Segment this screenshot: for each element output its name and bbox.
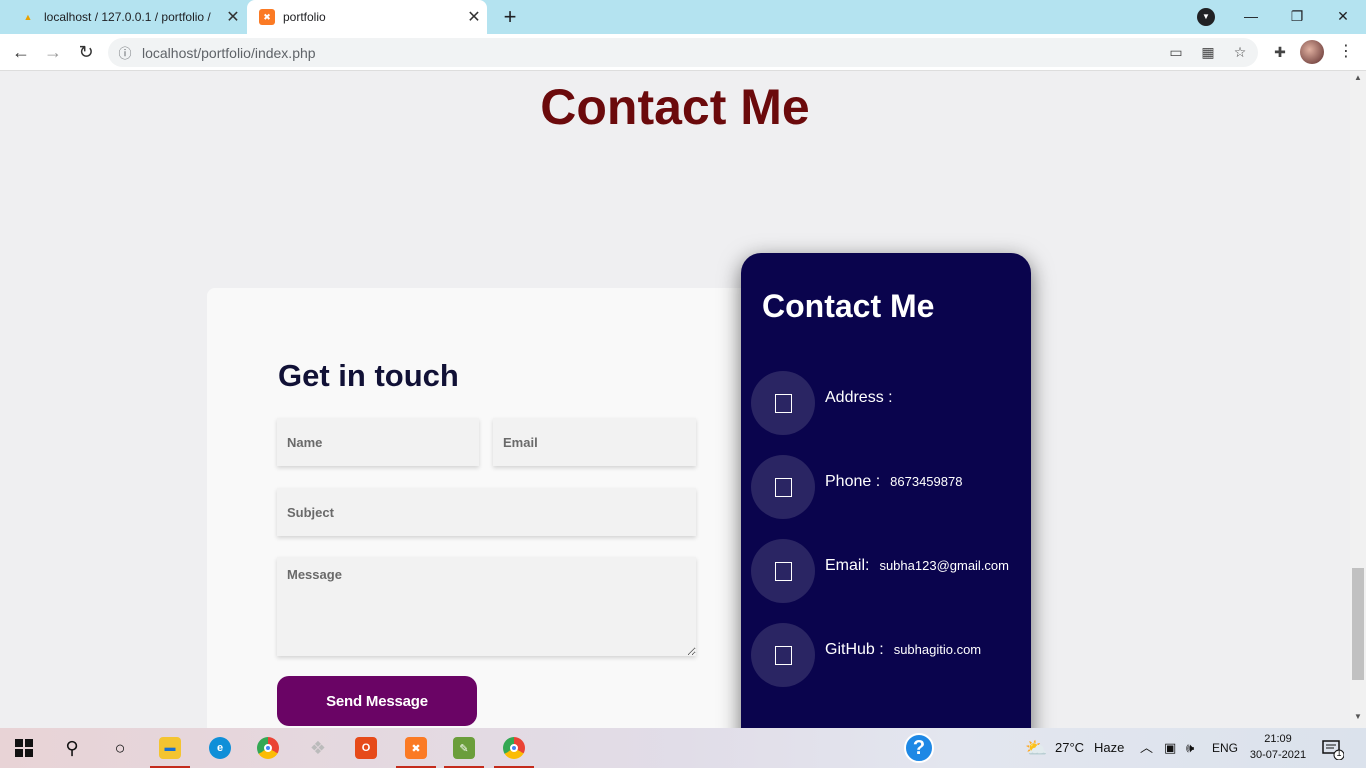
- phone-label: Phone :: [825, 473, 881, 490]
- notepad-icon[interactable]: ✎: [442, 728, 486, 768]
- scroll-down-icon[interactable]: ▼: [1350, 712, 1366, 726]
- new-tab-button[interactable]: +: [498, 4, 522, 30]
- contact-info-phone: Phone : 8673459878: [751, 455, 1031, 519]
- close-icon[interactable]: ✕: [461, 7, 487, 27]
- clock-time: 21:09: [1264, 733, 1292, 745]
- phone-value: 8673459878: [890, 474, 963, 489]
- url-text[interactable]: localhost/portfolio/index.php: [142, 45, 316, 61]
- name-input[interactable]: [277, 418, 479, 466]
- qr-code-icon[interactable]: ▦: [1196, 40, 1220, 64]
- address-icon: [751, 371, 815, 435]
- contact-info-github: GitHub : subhagitio.com: [751, 623, 1031, 687]
- windows-taskbar: ⚲ ○ ▬ e ❖ O ✖ ✎: [0, 728, 1366, 768]
- email-input[interactable]: [493, 418, 696, 466]
- send-message-button[interactable]: Send Message: [277, 676, 477, 726]
- bookmark-star-icon[interactable]: ☆: [1228, 40, 1252, 64]
- menu-icon[interactable]: ⋮: [1338, 41, 1354, 63]
- notification-icon[interactable]: 1: [1322, 738, 1345, 761]
- tab-phpmyadmin[interactable]: ▲ localhost / 127.0.0.1 / portfolio / ✕: [8, 0, 246, 34]
- address-bar[interactable]: ⓘ localhost/portfolio/index.php: [108, 38, 1258, 67]
- weather-temp[interactable]: 27°C: [1055, 728, 1084, 768]
- contact-info-title: Contact Me: [762, 288, 935, 324]
- github-icon: [751, 623, 815, 687]
- browser-toolbar: ← → ↻ ⓘ localhost/portfolio/index.php ▭ …: [0, 34, 1366, 71]
- message-textarea[interactable]: [277, 557, 696, 656]
- chrome-profile-icon[interactable]: [492, 728, 536, 768]
- extensions-icon[interactable]: ✚: [1268, 40, 1292, 64]
- taskbar-clock[interactable]: 21:09 30-07-2021: [1248, 731, 1308, 763]
- weather-desc[interactable]: Haze: [1094, 728, 1124, 768]
- page-title: Contact Me: [540, 79, 810, 135]
- office-icon[interactable]: O: [344, 728, 388, 768]
- email-label: Email:: [825, 557, 870, 574]
- minimize-button[interactable]: —: [1228, 0, 1274, 34]
- scrollbar-thumb[interactable]: [1352, 568, 1364, 680]
- forward-arrow-icon[interactable]: →: [40, 39, 66, 65]
- volume-icon[interactable]: 🕪: [1186, 728, 1194, 768]
- page-scrollbar[interactable]: ▲ ▼: [1350, 71, 1366, 728]
- cortana-icon[interactable]: ○: [98, 728, 142, 768]
- profile-avatar[interactable]: [1300, 40, 1324, 64]
- browser-tab-strip: ▲ localhost / 127.0.0.1 / portfolio / ✕ …: [0, 0, 1366, 34]
- help-icon[interactable]: ?: [904, 733, 934, 763]
- email-icon: [751, 539, 815, 603]
- restore-button[interactable]: ❐: [1274, 0, 1320, 34]
- reload-icon[interactable]: ↻: [73, 39, 99, 65]
- chrome-icon[interactable]: [246, 728, 290, 768]
- xampp-icon: ✖: [259, 9, 275, 25]
- github-value: subhagitio.com: [893, 642, 982, 657]
- close-window-button[interactable]: ✕: [1320, 0, 1366, 34]
- language-indicator[interactable]: ENG: [1212, 728, 1238, 768]
- phone-icon: [751, 455, 815, 519]
- tab-portfolio[interactable]: ✖ portfolio ✕: [247, 0, 487, 34]
- tab-title: localhost / 127.0.0.1 / portfolio /: [44, 10, 211, 24]
- close-icon[interactable]: ✕: [220, 7, 246, 27]
- phpmyadmin-icon: ▲: [23, 12, 33, 22]
- address-label: Address :: [825, 389, 893, 406]
- notification-count: 1: [1336, 748, 1342, 758]
- email-value: subha123@gmail.com: [879, 558, 1009, 573]
- back-arrow-icon[interactable]: ←: [8, 39, 34, 65]
- tab-search-icon[interactable]: ▼: [1197, 8, 1215, 26]
- dropbox-icon[interactable]: ❖: [296, 728, 340, 768]
- xampp-icon[interactable]: ✖: [394, 728, 438, 768]
- form-heading: Get in touch: [278, 358, 459, 393]
- chevron-up-icon[interactable]: ︿: [1140, 728, 1153, 768]
- weather-icon[interactable]: ⛅: [1025, 728, 1047, 768]
- edge-icon[interactable]: e: [198, 728, 242, 768]
- file-explorer-icon[interactable]: ▬: [148, 728, 192, 768]
- github-label: GitHub :: [825, 641, 884, 658]
- info-icon[interactable]: ⓘ: [108, 43, 142, 62]
- tab-title: portfolio: [283, 10, 326, 24]
- contact-info-email: Email: subha123@gmail.com: [751, 539, 1031, 603]
- clock-date: 30-07-2021: [1249, 749, 1307, 761]
- search-icon[interactable]: ⚲: [50, 728, 94, 768]
- windows-start-icon[interactable]: [2, 728, 46, 768]
- cast-icon[interactable]: ▭: [1164, 40, 1188, 64]
- subject-input[interactable]: [277, 488, 696, 536]
- scroll-up-icon[interactable]: ▲: [1350, 73, 1366, 87]
- camera-icon[interactable]: ▣: [1164, 728, 1176, 768]
- contact-info-address: Address :: [751, 371, 1031, 435]
